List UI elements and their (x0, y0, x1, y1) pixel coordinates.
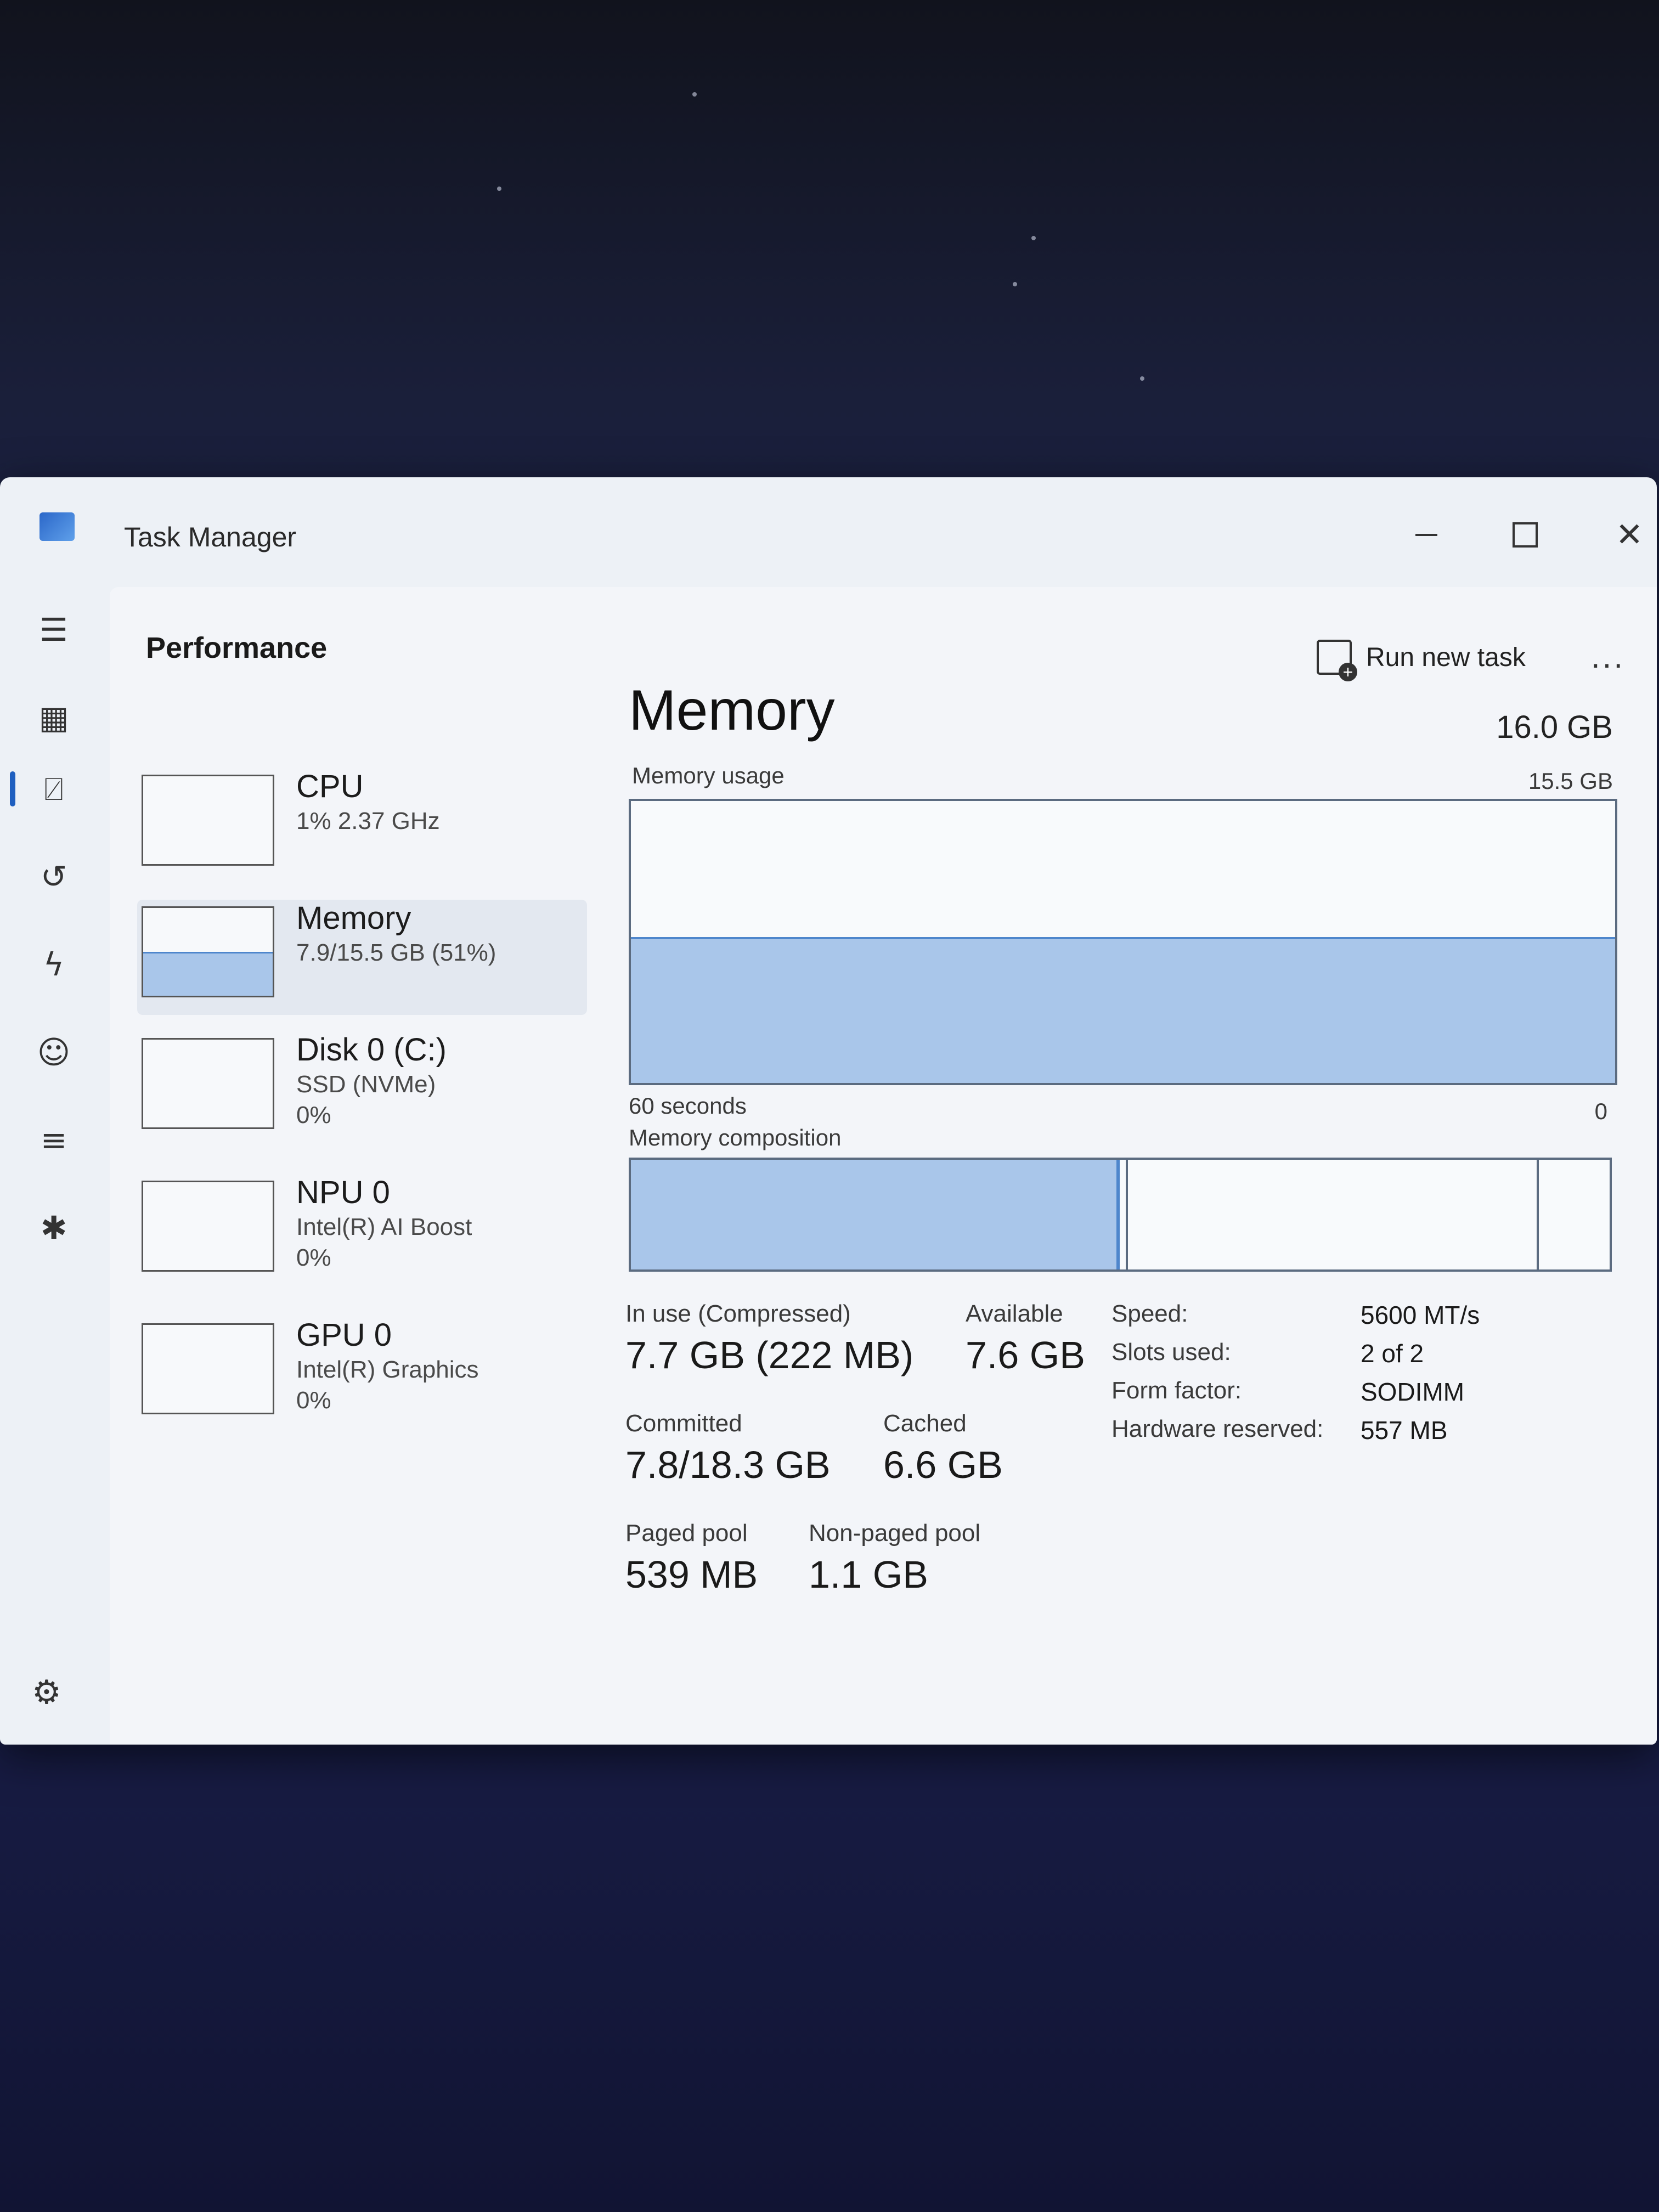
task-manager-app-icon (40, 512, 75, 541)
maximize-button[interactable] (1492, 505, 1558, 565)
paged-pool-label: Paged pool (625, 1520, 748, 1547)
minimize-button[interactable] (1393, 505, 1459, 565)
composition-free (1539, 1160, 1610, 1269)
resource-detail: Intel(R) AI Boost (296, 1214, 472, 1240)
run-task-icon (1317, 640, 1357, 681)
resource-detail: SSD (NVMe) (296, 1071, 436, 1098)
form-factor-value: SODIMM (1361, 1378, 1465, 1406)
memory-mini-graph (142, 906, 274, 997)
disk-mini-graph (142, 1038, 274, 1129)
memory-mini-fill (143, 952, 273, 996)
close-button[interactable]: ✕ (1596, 505, 1657, 565)
memory-total: 16.0 GB (1496, 709, 1613, 745)
performance-page: Performance Run new task ... CPU 1% 2.37… (110, 587, 1657, 1745)
resource-item-memory[interactable]: Memory 7.9/15.5 GB (51%) (137, 900, 587, 1015)
detail-title: Memory (629, 679, 835, 742)
graph-time-label: 60 seconds (629, 1093, 747, 1119)
speed-value: 5600 MT/s (1361, 1301, 1480, 1329)
resource-item-disk[interactable]: Disk 0 (C:) SSD (NVMe) 0% (137, 1031, 587, 1147)
navigation-rail: ☰ ▦ ⍁ ↺ ϟ ☺ ≡ ✱ ⚙ (0, 587, 110, 1745)
settings-icon[interactable]: ⚙ (32, 1673, 61, 1712)
services-icon[interactable]: ✱ (33, 1207, 75, 1249)
resource-item-npu[interactable]: NPU 0 Intel(R) AI Boost 0% (137, 1174, 587, 1289)
resource-name: Memory (296, 900, 411, 936)
resource-item-cpu[interactable]: CPU 1% 2.37 GHz (137, 768, 587, 883)
users-icon[interactable]: ☺ (33, 1031, 75, 1073)
resource-percent: 0% (296, 1102, 331, 1128)
active-nav-indicator (10, 771, 15, 806)
hardware-reserved-value: 557 MB (1361, 1416, 1448, 1444)
non-paged-pool-value: 1.1 GB (809, 1553, 928, 1596)
run-new-task-button[interactable]: Run new task (1317, 640, 1526, 681)
page-title: Performance (146, 631, 328, 664)
background-star (692, 92, 697, 97)
resource-name: Disk 0 (C:) (296, 1032, 447, 1068)
hamburger-icon[interactable]: ☰ (33, 609, 75, 651)
close-icon: ✕ (1615, 516, 1644, 553)
more-options-button[interactable]: ... (1591, 637, 1625, 675)
speed-label: Speed: (1111, 1300, 1188, 1327)
composition-in-use (631, 1160, 1120, 1269)
title-bar[interactable]: Task Manager ✕ (0, 477, 1657, 587)
available-label: Available (966, 1300, 1063, 1327)
committed-label: Committed (625, 1410, 742, 1437)
window-title: Task Manager (124, 522, 297, 552)
paged-pool-value: 539 MB (625, 1553, 758, 1596)
non-paged-pool-label: Non-paged pool (809, 1520, 981, 1547)
slots-used-label: Slots used: (1111, 1339, 1231, 1365)
startup-apps-icon[interactable]: ϟ (33, 944, 75, 985)
form-factor-label: Form factor: (1111, 1377, 1242, 1404)
memory-usage-graph (629, 799, 1617, 1085)
processes-icon[interactable]: ▦ (33, 697, 75, 738)
gpu-mini-graph (142, 1323, 274, 1414)
memory-usage-label: Memory usage (632, 763, 785, 788)
resource-detail: 1% 2.37 GHz (296, 808, 440, 834)
resource-detail: Intel(R) Graphics (296, 1356, 479, 1383)
minimize-icon (1415, 534, 1437, 536)
memory-usage-fill (631, 936, 1615, 1083)
maximize-icon (1513, 522, 1538, 548)
resource-name: NPU 0 (296, 1175, 390, 1210)
details-icon[interactable]: ≡ (33, 1119, 75, 1161)
task-manager-window: Task Manager ✕ ☰ ▦ ⍁ ↺ ϟ ☺ ≡ ✱ ⚙ Perform… (0, 477, 1657, 1745)
resource-percent: 0% (296, 1244, 331, 1271)
cached-value: 6.6 GB (883, 1443, 1003, 1486)
available-value: 7.6 GB (966, 1334, 1085, 1376)
resource-detail: 7.9/15.5 GB (51%) (296, 939, 496, 966)
graph-zero-label: 0 (1594, 1098, 1607, 1124)
composition-standby (1128, 1160, 1539, 1269)
in-use-value: 7.7 GB (222 MB) (625, 1334, 914, 1376)
memory-composition-label: Memory composition (629, 1125, 842, 1150)
background-star (1140, 376, 1144, 381)
resource-percent: 0% (296, 1387, 331, 1414)
composition-modified (1120, 1160, 1128, 1269)
in-use-label: In use (Compressed) (625, 1300, 851, 1327)
hardware-reserved-label: Hardware reserved: (1111, 1415, 1324, 1442)
resource-item-gpu[interactable]: GPU 0 Intel(R) Graphics 0% (137, 1317, 587, 1432)
committed-value: 7.8/18.3 GB (625, 1443, 831, 1486)
memory-composition-bar (629, 1158, 1612, 1272)
resource-name: CPU (296, 769, 364, 804)
cpu-mini-graph (142, 775, 274, 866)
npu-mini-graph (142, 1181, 274, 1272)
run-new-task-label: Run new task (1366, 642, 1526, 672)
slots-used-value: 2 of 2 (1361, 1339, 1424, 1368)
cached-label: Cached (883, 1410, 967, 1437)
app-history-icon[interactable]: ↺ (33, 856, 75, 898)
background-star (1031, 236, 1036, 240)
background-star (1013, 282, 1017, 286)
memory-usage-max: 15.5 GB (1528, 768, 1613, 794)
performance-icon[interactable]: ⍁ (33, 768, 75, 810)
background-star (497, 187, 501, 191)
resource-name: GPU 0 (296, 1317, 392, 1353)
